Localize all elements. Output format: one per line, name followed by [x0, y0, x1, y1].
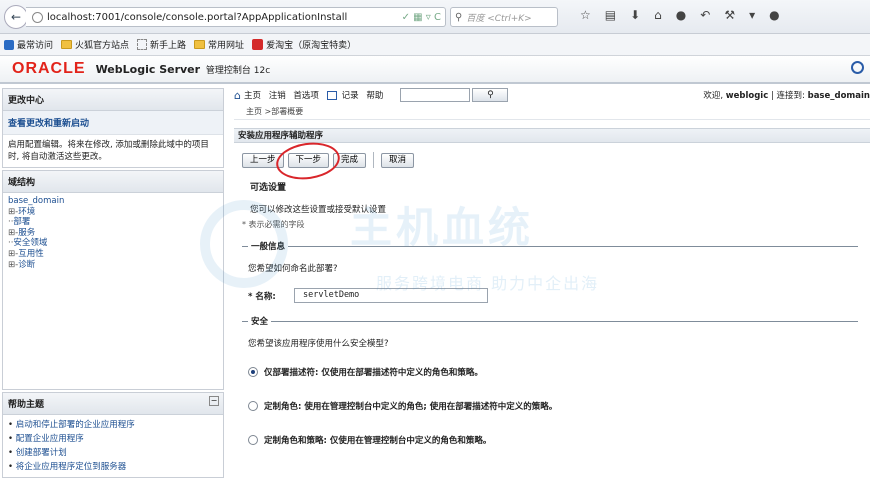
record-link[interactable]: 记录	[342, 91, 359, 101]
console-search-button[interactable]: ⚲	[472, 88, 509, 102]
left-panel: 更改中心 查看更改和重新启动 启用配置编辑。将来在修改, 添加或删除此域中的项目…	[0, 86, 226, 484]
home-icon: ⌂	[234, 88, 241, 102]
tree-node-services[interactable]: ⊞-服务	[8, 228, 218, 239]
home-link[interactable]: 主页	[244, 91, 261, 101]
bookmark-newbie[interactable]: 新手上路	[137, 38, 186, 51]
radio-button[interactable]	[248, 401, 258, 411]
view-changes-link[interactable]: 查看更改和重新启动	[3, 111, 223, 135]
star-icon[interactable]: ☆	[580, 8, 591, 22]
name-question: 您希望如何命名此部署?	[248, 264, 338, 274]
star-page-icon	[4, 39, 14, 50]
logout-link[interactable]: 注销	[269, 91, 286, 101]
home-icon[interactable]: ⌂	[654, 8, 662, 22]
radio-button[interactable]	[248, 435, 258, 445]
more-icon[interactable]: ▾	[749, 8, 755, 22]
browser-toolbar: ← localhost:7001/console/console.portal?…	[0, 0, 870, 34]
browser-search-input[interactable]: ⚲ 百度 <Ctrl+K>	[450, 7, 558, 27]
help-item[interactable]: 配置企业应用程序	[8, 432, 218, 446]
tree-node-environment[interactable]: ⊞-环境	[8, 207, 218, 218]
tree-node-interoperability[interactable]: ⊞-互用性	[8, 249, 218, 260]
preferences-link[interactable]: 首选项	[293, 91, 319, 101]
next-button[interactable]: 下一步	[287, 152, 330, 168]
deployment-name-input[interactable]: servletDemo	[294, 288, 488, 303]
search-icon: ⚲	[455, 11, 463, 23]
finish-button[interactable]: 完成	[333, 152, 367, 168]
toolbar-icons: ☆ ▤ ⬇ ⌂ ● ↶ ⚒ ▾ ●	[580, 8, 780, 22]
page-title: 安装应用程序辅助程序	[234, 128, 870, 143]
minimize-icon[interactable]: −	[209, 396, 219, 406]
tools-icon[interactable]: ⚒	[724, 8, 735, 22]
chat2-icon[interactable]: ●	[769, 8, 779, 22]
optional-settings-title: 可选设置	[250, 183, 287, 193]
address-bar[interactable]: localhost:7001/console/console.portal?Ap…	[26, 7, 446, 27]
oracle-logo: ORACLE	[12, 60, 86, 77]
change-center-body: 启用配置编辑。将来在修改, 添加或删除此域中的项目时, 将自动激活这些更改。	[8, 140, 209, 162]
folder-icon	[194, 40, 206, 49]
taobao-icon	[252, 39, 264, 50]
security-option-dd-only[interactable]: 仅部署描述符: 仅使用在部署描述符中定义的角色和策略。	[234, 366, 870, 378]
optional-settings-desc: 您可以修改这些设置或接受默认设置	[250, 205, 387, 215]
security-option-custom-roles[interactable]: 定制角色: 使用在管理控制台中定义的角色; 使用在部署描述符中定义的策略。	[234, 400, 870, 412]
bookmarks-bar: 最常访问 火狐官方站点 新手上路 常用网址 爱淘宝（原淘宝特卖）	[0, 34, 870, 56]
wizard-buttons: 上一步 下一步 完成 取消	[234, 138, 870, 183]
back-arrow-icon[interactable]: ←	[4, 5, 28, 29]
help-item[interactable]: 将企业应用程序定位到服务器	[8, 460, 218, 474]
domain-tree: base_domain ⊞-环境 ··部署 ⊞-服务 ··安全领域 ⊞-互用性 …	[3, 193, 223, 389]
globe-icon	[32, 11, 43, 23]
required-note: * 表示必需的字段	[242, 220, 305, 229]
url-text: localhost:7001/console/console.portal?Ap…	[47, 11, 348, 23]
tree-node-diagnostics[interactable]: ⊞-诊断	[8, 260, 218, 271]
help-item[interactable]: 启动和停止部署的企业应用程序	[8, 418, 218, 432]
change-center-panel: 更改中心 查看更改和重新启动 启用配置编辑。将来在修改, 添加或删除此域中的项目…	[2, 88, 224, 168]
help-panel: 帮助主题− 启动和停止部署的企业应用程序 配置企业应用程序 创建部署计划 将企业…	[2, 392, 224, 478]
main-content: ⌂ 主页 注销 首选项 记录 帮助 ⚲ 欢迎, weblogic | 连接到: …	[234, 86, 870, 484]
cancel-button[interactable]: 取消	[381, 152, 415, 168]
chat-icon[interactable]: ●	[676, 8, 686, 22]
back-button[interactable]: 上一步	[242, 152, 284, 168]
bookmark-common[interactable]: 常用网址	[194, 38, 244, 51]
search-placeholder: 百度 <Ctrl+K>	[466, 13, 532, 24]
help-item[interactable]: 创建部署计划	[8, 446, 218, 460]
oracle-o-icon	[851, 61, 864, 74]
reading-list-icon[interactable]: ▤	[605, 8, 616, 22]
domain-structure-title: 域结构	[3, 171, 223, 193]
domain-structure-panel: 域结构 base_domain ⊞-环境 ··部署 ⊞-服务 ··安全领域 ⊞-…	[2, 170, 224, 390]
download-icon[interactable]: ⬇	[630, 8, 640, 22]
reload-icon[interactable]: ✓ ▦ ▿ C	[402, 12, 445, 23]
bookmark-firefox[interactable]: 火狐官方站点	[61, 38, 129, 51]
bookmark-most-visited[interactable]: 最常访问	[4, 38, 53, 51]
help-list: 启动和停止部署的企业应用程序 配置企业应用程序 创建部署计划 将企业应用程序定位…	[3, 415, 223, 477]
tree-node-security-realms[interactable]: ··安全领域	[8, 238, 218, 249]
console-topbar: ⌂ 主页 注销 首选项 记录 帮助 ⚲ 欢迎, weblogic | 连接到: …	[234, 86, 870, 104]
console-search-input[interactable]	[400, 88, 471, 102]
tree-node-deployments[interactable]: ··部署	[8, 217, 218, 228]
folder-icon	[61, 40, 73, 49]
general-section-header: 一般信息	[234, 240, 870, 252]
welcome-text: 欢迎, weblogic | 连接到: base_domain	[703, 91, 870, 101]
undo-icon[interactable]: ↶	[700, 8, 710, 22]
name-label: * 名称:	[248, 291, 276, 302]
tree-root[interactable]: base_domain	[8, 196, 218, 207]
name-row: * 名称: servletDemo	[234, 288, 870, 303]
security-section-header: 安全	[234, 315, 870, 327]
help-title: 帮助主题 −	[3, 393, 223, 415]
console-header: ORACLE WebLogic Server 管理控制台 12c	[0, 56, 870, 84]
breadcrumb[interactable]: 主页 >部署概要	[234, 104, 870, 120]
security-question: 您希望该应用程序使用什么安全模型?	[248, 339, 389, 349]
record-icon	[326, 91, 337, 100]
help-link[interactable]: 帮助	[366, 91, 383, 101]
product-title: WebLogic Server 管理控制台 12c	[95, 62, 271, 76]
radio-button[interactable]	[248, 367, 258, 377]
page-icon	[137, 39, 148, 50]
security-option-custom-roles-policies[interactable]: 定制角色和策略: 仅使用在管理控制台中定义的角色和策略。	[234, 434, 870, 446]
change-center-title: 更改中心	[3, 89, 223, 111]
bookmark-taobao[interactable]: 爱淘宝（原淘宝特卖）	[252, 38, 356, 51]
